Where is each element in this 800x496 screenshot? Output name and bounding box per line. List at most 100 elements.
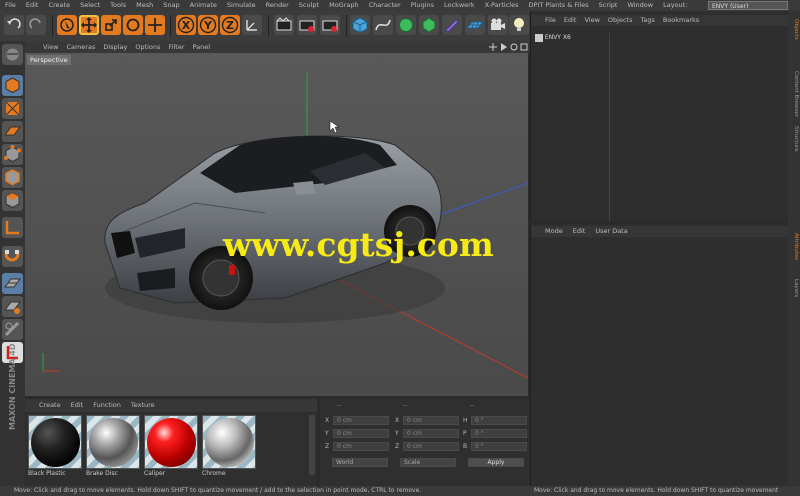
material-menu-texture[interactable]: Texture [126,399,160,412]
menu-file[interactable]: File [0,0,21,11]
object-row[interactable]: ENVY X6 [535,33,610,43]
material-swatch[interactable] [28,415,82,469]
material-menu-function[interactable]: Function [88,399,126,412]
tab-layers[interactable]: Layers [789,279,799,297]
viewport-menu-view[interactable]: View [25,41,62,53]
am-menu-edit[interactable]: Edit [568,226,591,237]
size-x-field[interactable]: 0 cm [403,416,459,425]
om-menu-edit[interactable]: Edit [560,15,581,26]
menu-edit[interactable]: Edit [21,0,44,11]
menu-dpit[interactable]: DPIT Plants & Files [523,0,593,11]
menu-select[interactable]: Select [75,0,105,11]
axis-mode-icon[interactable] [2,217,23,238]
rotation-p-field[interactable]: 0 ° [471,429,527,438]
menu-render[interactable]: Render [261,0,294,11]
viewport-menu-display[interactable]: Display [99,41,131,53]
workplane-mode-icon[interactable] [2,121,23,142]
undo-icon[interactable] [4,15,24,35]
viewport-nav-icons[interactable] [489,42,529,52]
cube-icon[interactable] [350,15,370,35]
size-mode-select[interactable]: Scale [400,458,456,467]
perspective-viewport[interactable]: Perspective www.cgtsj.com [25,53,528,396]
rotation-b-field[interactable]: 0 ° [471,442,527,451]
menu-mesh[interactable]: Mesh [131,0,158,11]
points-mode-icon[interactable] [2,144,23,165]
rotation-h-field[interactable]: 0 ° [471,416,527,425]
light-icon[interactable] [509,15,529,35]
viewport-menu-filter[interactable]: Filter [164,41,188,53]
material-scrollbar[interactable] [309,415,315,475]
apply-button[interactable]: Apply [468,458,524,467]
texture-mode-icon[interactable] [2,98,23,119]
am-menu-user-data[interactable]: User Data [590,226,632,237]
menu-lockwerk[interactable]: Lockwerk [439,0,480,11]
locked-workplane-icon[interactable] [2,319,23,340]
menu-xparticles[interactable]: X-Particles [480,0,524,11]
size-z-field[interactable]: 0 cm [403,442,459,451]
menu-snap[interactable]: Snap [158,0,184,11]
move-icon[interactable] [79,15,99,35]
menu-animate[interactable]: Animate [185,0,222,11]
menu-window[interactable]: Window [622,0,658,11]
render-settings-icon[interactable] [320,15,340,35]
spline-pen-icon[interactable] [373,15,393,35]
tab-objects[interactable]: Objects [789,19,799,40]
model-mode-icon[interactable] [2,75,23,96]
material-swatch[interactable] [144,415,198,469]
tweak-mode-icon[interactable] [2,246,23,267]
live-select-icon[interactable] [57,15,77,35]
viewport-menu-cameras[interactable]: Cameras [62,41,99,53]
deformer-icon[interactable] [442,15,462,35]
z-axis-icon[interactable]: Z [220,15,240,35]
size-y-field[interactable]: 0 cm [403,429,459,438]
null-object-icon [535,33,543,42]
subdivision-surface-icon[interactable] [396,15,416,35]
menu-sculpt[interactable]: Sculpt [294,0,324,11]
om-menu-tags[interactable]: Tags [636,15,658,26]
render-picture-viewer-icon[interactable] [297,15,317,35]
redo-icon[interactable] [26,15,46,35]
position-x-field[interactable]: 0 cm [333,416,389,425]
om-menu-file[interactable]: File [531,15,560,26]
floor-icon[interactable] [465,15,485,35]
material-name: Chrome [202,470,226,477]
cloner-icon[interactable] [419,15,439,35]
menu-character[interactable]: Character [364,0,406,11]
menu-create[interactable]: Create [43,0,75,11]
workplane-snap-icon[interactable] [2,296,23,317]
tab-attributes[interactable]: Attributes [789,233,799,260]
menu-simulate[interactable]: Simulate [222,0,261,11]
material-swatch[interactable] [202,415,256,469]
camera-icon[interactable] [488,15,508,35]
transform-icon[interactable] [145,15,165,35]
menu-script[interactable]: Script [594,0,623,11]
position-z-field[interactable]: 0 cm [333,442,389,451]
scale-icon[interactable] [101,15,121,35]
edges-mode-icon[interactable] [2,167,23,188]
material-swatch[interactable] [86,415,140,469]
rotate-icon[interactable] [123,15,143,35]
material-menu-create[interactable]: Create [25,399,66,412]
tab-structure[interactable]: Structure [789,126,799,152]
viewport-menu-panel[interactable]: Panel [189,41,215,53]
tab-content-browser[interactable]: Content Browser [789,71,799,117]
make-editable-icon[interactable] [2,44,23,65]
snapping-icon[interactable] [2,273,23,294]
menu-plugins[interactable]: Plugins [406,0,439,11]
om-menu-bookmarks[interactable]: Bookmarks [659,15,703,26]
polygons-mode-icon[interactable] [2,190,23,211]
om-menu-view[interactable]: View [580,15,603,26]
layout-select[interactable]: ENVY (User) [708,1,788,10]
y-axis-icon[interactable]: Y [198,15,218,35]
x-axis-icon[interactable]: X [176,15,196,35]
coordinate-mode-select[interactable]: World [332,458,388,467]
menu-mograph[interactable]: MoGraph [324,0,364,11]
position-y-field[interactable]: 0 cm [333,429,389,438]
om-menu-objects[interactable]: Objects [604,15,637,26]
menu-tools[interactable]: Tools [105,0,131,11]
am-menu-mode[interactable]: Mode [531,226,568,237]
material-menu-edit[interactable]: Edit [66,399,89,412]
coordinate-system-icon[interactable] [242,15,262,35]
render-view-icon[interactable] [274,15,294,35]
viewport-menu-options[interactable]: Options [131,41,164,53]
